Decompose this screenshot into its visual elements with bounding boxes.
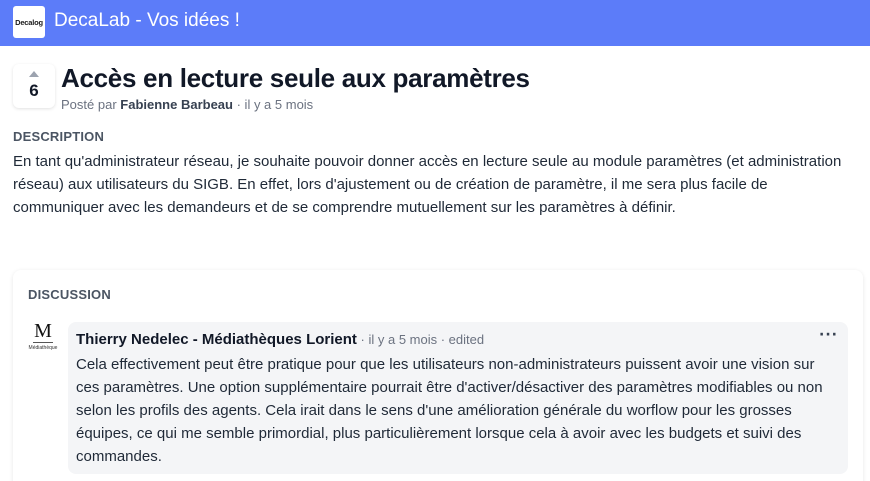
logo-text: Decalog <box>15 17 43 27</box>
description-text: En tant qu'administrateur réseau, je sou… <box>13 153 842 216</box>
comment-header: Thierry Nedelec - Médiathèques Lorient ·… <box>76 331 484 349</box>
post-meta: Posté par Fabienne Barbeau · il y a 5 mo… <box>61 96 313 113</box>
upvote-button[interactable]: 6 <box>13 64 55 108</box>
description-heading: DESCRIPTION <box>13 129 105 144</box>
comment-text: Cela effectivement peut être pratique po… <box>76 356 823 465</box>
post-time: · il y a 5 mois <box>236 97 314 112</box>
post-title: Accès en lecture seule aux paramètres <box>61 63 530 93</box>
comment-author[interactable]: Thierry Nedelec - Médiathèques Lorient <box>76 331 357 348</box>
comment-meta: · il y a 5 mois · edited <box>360 332 485 347</box>
more-options-icon[interactable]: ··· <box>819 328 838 342</box>
avatar-caption: Médiathèque <box>28 345 58 351</box>
comment-card: Thierry Nedelec - Médiathèques Lorient ·… <box>68 322 848 474</box>
decalog-logo[interactable]: Decalog <box>13 6 45 38</box>
avatar: M Médiathèque <box>27 320 59 354</box>
discussion-panel: DISCUSSION M Médiathèque Thierry Nedelec… <box>13 270 863 481</box>
avatar-mark: M <box>34 320 52 342</box>
app-title[interactable]: DecaLab - Vos idées ! <box>54 9 240 33</box>
top-bar: Decalog DecaLab - Vos idées ! <box>0 0 870 46</box>
discussion-heading: DISCUSSION <box>28 287 111 302</box>
avatar-divider <box>33 342 53 343</box>
upvote-arrow-icon <box>29 71 39 77</box>
posted-by-label: Posté par <box>61 97 117 112</box>
post-author[interactable]: Fabienne Barbeau <box>120 97 233 112</box>
vote-count: 6 <box>29 81 39 100</box>
